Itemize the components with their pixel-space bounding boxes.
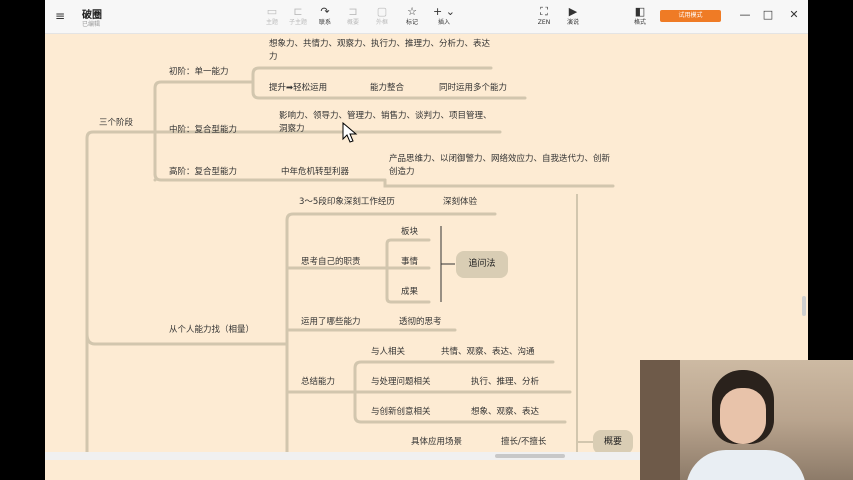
node-stage1-improve[interactable]: 提升➡轻松运用 (269, 82, 327, 95)
node-summary[interactable]: 总结能力 (301, 376, 335, 389)
webcam-overlay (640, 360, 853, 480)
hamburger-menu-icon[interactable]: ≡ (55, 9, 65, 23)
node-stage3-weapon[interactable]: 中年危机转型利器 (281, 166, 349, 179)
toolbar-button-label: 子主题 (288, 19, 307, 26)
toolbar-button-pitch-play[interactable]: ▶ 演说 (558, 5, 588, 31)
toolbar-button-label: 演说 (566, 19, 579, 26)
close-icon[interactable]: ✕ (787, 8, 801, 21)
node-group-label[interactable]: 与处理问题相关 (371, 376, 431, 389)
summary-icon: ⊐ (348, 5, 358, 18)
node-stage1-integrate[interactable]: 能力整合 (370, 82, 404, 95)
node-group-label[interactable]: 与人相关 (371, 346, 405, 359)
node-group-items[interactable]: 共情、观察、表达、沟通 (441, 346, 535, 359)
node-experience-note[interactable]: 深刻体验 (443, 196, 477, 209)
vertical-scrollbar[interactable] (802, 296, 806, 316)
node-group-label[interactable]: 与创新创意相关 (371, 406, 431, 419)
marker-star-icon: ☆ (407, 5, 417, 18)
node-experience[interactable]: 3～5段印象深刻工作经历 (299, 196, 395, 209)
node-group-items[interactable]: 想象、观察、表达 (471, 406, 539, 419)
subtopic-icon: ⊏ (293, 5, 303, 18)
node-used-note[interactable]: 透彻的思考 (399, 316, 442, 329)
toolbar-button-label: 插入 (437, 19, 450, 26)
webcam-background-shelf (640, 360, 680, 480)
title-toolbar: ≡ 破圈 已编辑 ▭ 主题 ⊏ 子主题 ↷ 联系 ⊐ 概要 ▢ 外框 ☆ 标记 + ⌄ 插入 ⛶ ZEN ▶ 演说… (45, 0, 808, 34)
toolbar-button-insert-plus[interactable]: + ⌄ 插入 (429, 5, 459, 31)
node-stage2[interactable]: 中阶：复合型能力 (169, 124, 237, 137)
relationship-icon: ↷ (320, 5, 330, 18)
toolbar-button-label: 外框 (375, 19, 388, 26)
zen-mode-icon: ⛶ (540, 5, 548, 18)
toolbar-button-marker-star[interactable]: ☆ 标记 (397, 5, 427, 31)
node-find-abilities[interactable]: 从个人能力找（相量） (169, 324, 254, 337)
document-status: 已编辑 (82, 21, 101, 28)
pitch-play-icon: ▶ (568, 5, 578, 18)
toolbar-button-format-panel[interactable]: ◧ 格式 (625, 5, 655, 31)
boundary-icon: ▢ (376, 5, 388, 18)
node-stage1-multiple[interactable]: 同时运用多个能力 (439, 82, 507, 95)
node-stage1-abilities[interactable]: 想象力、共情力、观察力、执行力、推理力、分析力、表达力 (269, 38, 491, 64)
node-stage3-abilities[interactable]: 产品思维力、以闭御警力、网络效应力、自我迭代力、创新创造力 (389, 153, 611, 179)
node-stage2-abilities[interactable]: 影响力、领导力、管理力、销售力、谈判力、项目管理、洞察力 (279, 110, 499, 136)
minimize-icon[interactable]: — (738, 8, 752, 21)
node-stage3[interactable]: 高阶：复合型能力 (169, 166, 237, 179)
toolbar-button-subtopic[interactable]: ⊏ 子主题 (283, 5, 313, 31)
toolbar-button-boundary[interactable]: ▢ 外框 (367, 5, 397, 31)
node-duty-item[interactable]: 板块 (401, 226, 418, 239)
toolbar-button-zen-mode[interactable]: ⛶ ZEN (529, 5, 559, 31)
node-duty[interactable]: 思考自己的职责 (301, 256, 361, 269)
node-duty-item[interactable]: 事情 (401, 256, 418, 269)
node-three-stages[interactable]: 三个阶段 (99, 117, 133, 130)
node-overview[interactable]: 概要 (593, 430, 633, 454)
maximize-icon[interactable]: □ (761, 8, 775, 21)
node-stage1[interactable]: 初阶：单一能力 (169, 66, 229, 79)
insert-plus-icon: + ⌄ (433, 5, 455, 18)
toolbar-button-label: 联系 (318, 19, 331, 26)
toolbar-button-label: 概要 (346, 19, 359, 26)
toolbar-button-label: 格式 (633, 19, 646, 26)
node-method[interactable]: 追问法 (456, 251, 508, 278)
webcam-person-face (720, 388, 766, 444)
trial-mode-button[interactable]: 试用模式 (660, 10, 721, 22)
toolbar-button-label: 标记 (405, 19, 418, 26)
horizontal-scrollbar[interactable] (495, 454, 565, 458)
node-scenario[interactable]: 具体应用场景 (411, 436, 462, 449)
toolbar-button-label: ZEN (537, 19, 551, 26)
mouse-cursor-icon (342, 122, 358, 143)
webcam-person-body (686, 450, 806, 480)
toolbar-button-relationship[interactable]: ↷ 联系 (310, 5, 340, 31)
format-panel-icon: ◧ (634, 5, 646, 18)
node-scenario-note[interactable]: 擅长/不擅长 (501, 436, 546, 449)
node-used-abilities[interactable]: 运用了哪些能力 (301, 316, 361, 329)
toolbar-button-summary[interactable]: ⊐ 概要 (338, 5, 368, 31)
node-duty-item[interactable]: 成果 (401, 286, 418, 299)
node-group-items[interactable]: 执行、推理、分析 (471, 376, 539, 389)
